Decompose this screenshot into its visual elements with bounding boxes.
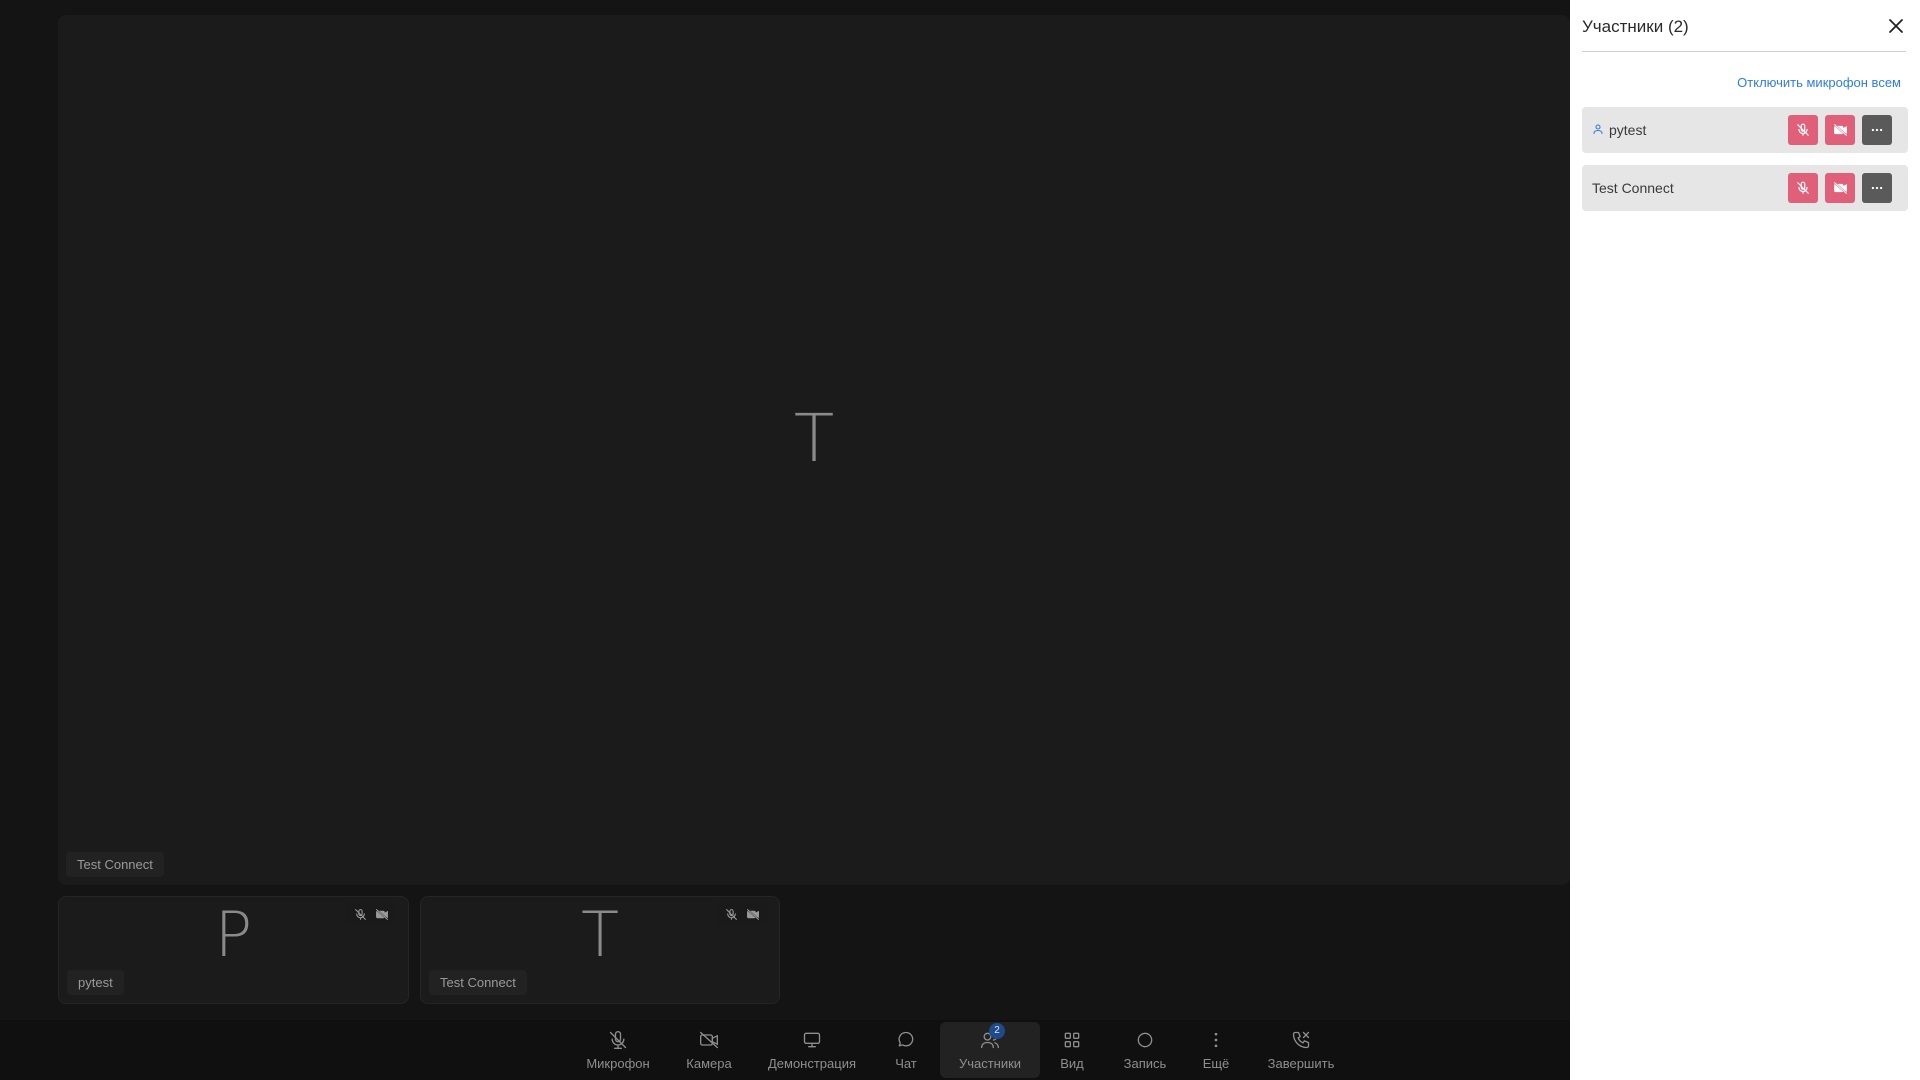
grid-icon [1062,1029,1082,1051]
record-label: Запись [1123,1056,1167,1071]
disable-camera-button[interactable] [1825,173,1855,203]
microphone-label: Микрофон [586,1056,650,1071]
screen-share-button[interactable]: Демонстрация [760,1022,864,1078]
end-call-label: Завершить [1267,1056,1335,1071]
mute-mic-button[interactable] [1788,115,1818,145]
host-user-icon [1592,122,1604,138]
participant-row[interactable]: Test Connect [1582,165,1908,211]
record-icon [1135,1029,1155,1051]
participant-name-wrap: Test Connect [1592,180,1674,196]
main-avatar-initial: T [793,400,835,477]
end-call-icon [1291,1029,1311,1051]
participant-name: Test Connect [1592,180,1674,196]
thumbnail-status [717,903,767,925]
end-call-button[interactable]: Завершить [1262,1022,1340,1078]
monitor-icon [802,1029,822,1051]
more-vertical-icon [1206,1029,1226,1051]
chat-icon [896,1029,916,1051]
participants-button[interactable]: 2 Участники [940,1022,1040,1078]
thumbnail-status [346,903,396,925]
camera-label: Камера [686,1056,732,1071]
chat-label: Чат [895,1056,917,1071]
main-video-tile[interactable]: T Test Connect [58,15,1570,885]
participant-more-button[interactable] [1862,173,1892,203]
main-tile-name: Test Connect [66,852,164,877]
call-toolbar: Микрофон Камера Демонстрация Чат 2 Участ… [0,1020,1570,1080]
mute-mic-button[interactable] [1788,173,1818,203]
record-button[interactable]: Запись [1112,1022,1178,1078]
view-button[interactable]: Вид [1052,1022,1092,1078]
camera-button[interactable]: Камера [678,1022,740,1078]
participant-actions [1788,173,1892,203]
microphone-button[interactable]: Микрофон [578,1022,658,1078]
thumbnail-name: pytest [67,970,124,995]
participants-icon: 2 [980,1023,1005,1051]
screen-share-label: Демонстрация [767,1056,857,1071]
camera-off-icon [372,906,392,922]
mic-off-icon [721,906,741,922]
mic-off-icon [350,906,370,922]
participant-row[interactable]: pytest [1582,107,1908,153]
view-label: Вид [1060,1056,1084,1071]
video-stage: T Test Connect P pytest T Test Connect М… [0,0,1570,1080]
panel-divider [1582,51,1906,52]
thumbnail-name: Test Connect [429,970,527,995]
more-button[interactable]: Ещё [1196,1022,1236,1078]
more-label: Ещё [1202,1056,1230,1071]
close-icon[interactable] [1886,16,1906,36]
disable-camera-button[interactable] [1825,115,1855,145]
mic-off-icon [608,1029,628,1051]
participant-actions [1788,115,1892,145]
mute-all-link[interactable]: Отключить микрофон всем [1737,75,1901,90]
participant-more-button[interactable] [1862,115,1892,145]
camera-off-icon [698,1029,720,1051]
panel-title: Участники (2) [1582,17,1689,36]
camera-off-icon [743,906,763,922]
thumbnail-tile-pytest[interactable]: P pytest [58,896,409,1004]
participants-count-badge: 2 [989,1023,1005,1039]
participants-label: Участники [958,1056,1022,1071]
participant-name: pytest [1609,122,1647,138]
participants-panel: Участники (2) Отключить микрофон всем py… [1570,0,1920,1080]
chat-button[interactable]: Чат [882,1022,930,1078]
participant-name-wrap: pytest [1592,122,1646,138]
thumbnail-tile-test-connect[interactable]: T Test Connect [420,896,780,1004]
